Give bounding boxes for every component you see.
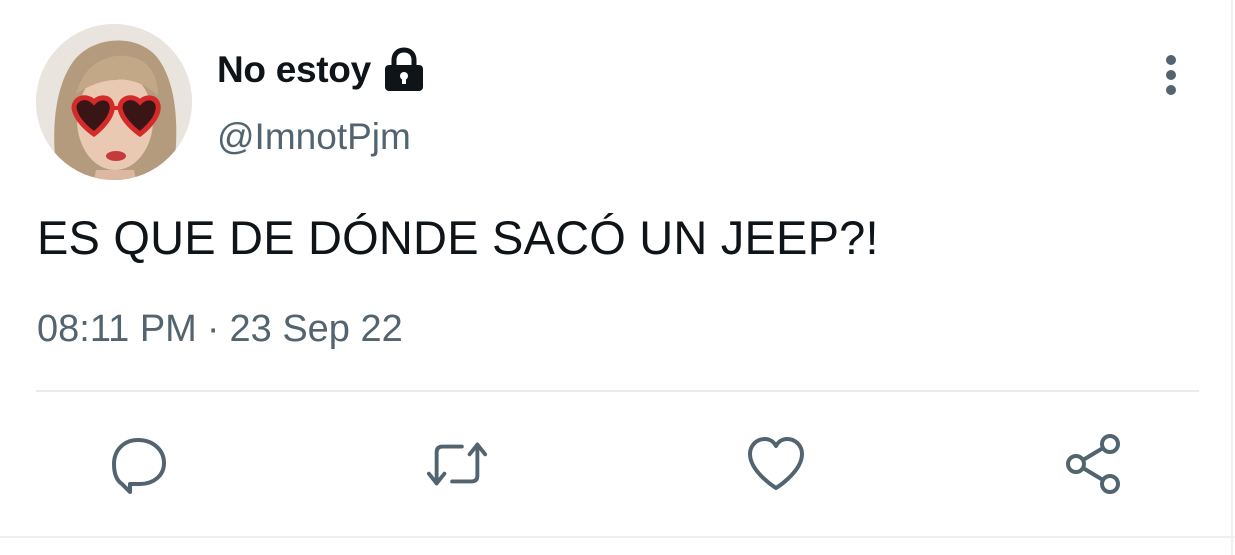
meta-separator: · bbox=[206, 308, 220, 350]
display-name[interactable]: No estoy bbox=[217, 49, 371, 91]
more-vertical-icon[interactable] bbox=[1154, 52, 1188, 98]
retweet-button[interactable] bbox=[425, 432, 489, 496]
divider bbox=[36, 390, 1199, 392]
avatar[interactable] bbox=[36, 24, 192, 180]
lock-icon bbox=[381, 47, 427, 93]
reply-icon bbox=[112, 438, 166, 494]
share-button[interactable] bbox=[1062, 432, 1126, 496]
avatar-image bbox=[36, 24, 192, 180]
retweet-icon bbox=[426, 442, 488, 486]
tweet-time: 08:11 PM bbox=[37, 308, 197, 350]
bottom-border bbox=[0, 536, 1235, 538]
tweet-text: ES QUE DE DÓNDE SACÓ UN JEEP?! bbox=[37, 211, 879, 264]
heart-icon bbox=[748, 437, 804, 490]
tweet-date: 23 Sep 22 bbox=[229, 308, 403, 350]
user-handle[interactable]: @ImnotPjm bbox=[217, 116, 411, 158]
display-name-row: No estoy bbox=[217, 44, 427, 96]
reply-button[interactable] bbox=[108, 432, 172, 496]
tweet-card: No estoy @ImnotPjm ES QUE DE DÓNDE SACÓ … bbox=[0, 0, 1235, 555]
like-button[interactable] bbox=[744, 432, 808, 496]
share-icon bbox=[1066, 434, 1120, 494]
right-border bbox=[1231, 0, 1233, 555]
tweet-timestamp[interactable]: 08:11 PM · 23 Sep 22 bbox=[37, 308, 403, 351]
